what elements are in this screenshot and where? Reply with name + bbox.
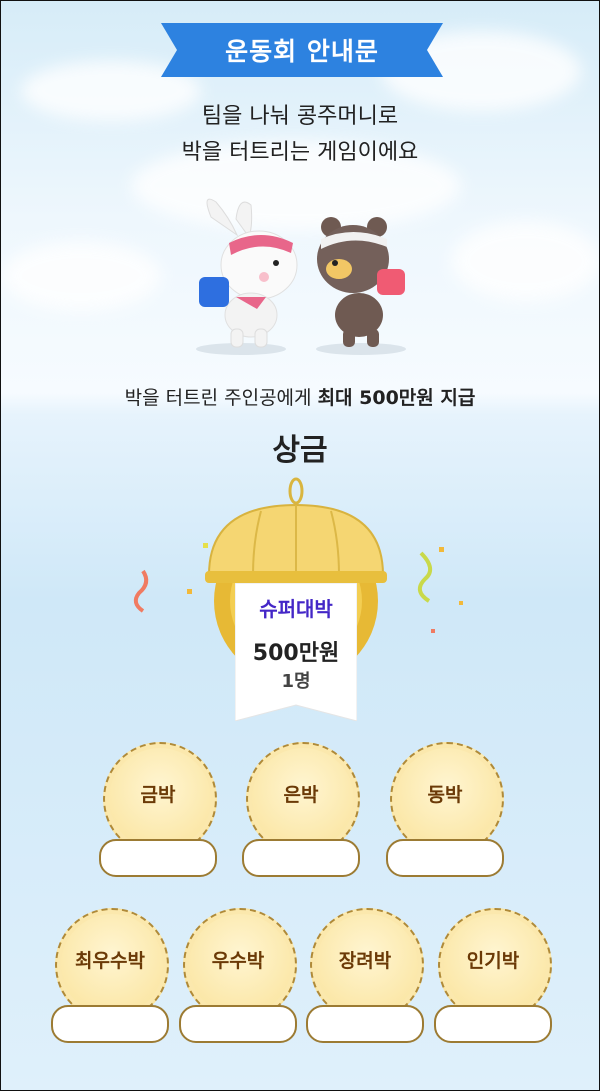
prize-medal-label: 장려박 [338, 950, 392, 972]
prize-summary-prefix: 박을 터트린 주인공에게 [124, 387, 318, 409]
prize-medal-silver: 은박 [242, 742, 360, 882]
prize-medal-label: 금박 [140, 784, 176, 806]
prize-summary-highlight: 최대 500만원 지급 [317, 387, 476, 409]
prize-medal-value-pill [179, 1005, 297, 1043]
prize-medal-gold: 금박 [99, 742, 217, 882]
prize-medal-value-pill [306, 1005, 424, 1043]
prize-medal-popular: 인기박 [434, 908, 552, 1048]
prize-summary: 박을 터트린 주인공에게 최대 500만원 지급 [1, 383, 599, 410]
intro-line-2: 박을 터트리는 게임이에요 [181, 140, 419, 165]
prize-medal-label: 인기박 [466, 950, 520, 972]
prize-medal-value-pill [434, 1005, 552, 1043]
prize-medal-value-pill [242, 839, 360, 877]
intro-line-1: 팀을 나눠 콩주머니로 [201, 104, 399, 129]
prize-medal-best: 최우수박 [51, 908, 169, 1048]
prize-medal-value-pill [51, 1005, 169, 1043]
title-banner: 운동회 안내문 [161, 23, 443, 77]
prize-medal-encouragement: 장려박 [306, 908, 424, 1048]
characters-illustration [196, 198, 406, 355]
cloud-decoration [451, 221, 599, 301]
prize-medal-label: 우수박 [211, 950, 265, 972]
prize-section-title: 상금 [272, 433, 328, 468]
super-prize-count: 1명 [281, 671, 311, 692]
intro-text: 팀을 나눠 콩주머니로 박을 터트리는 게임이에요 [1, 99, 599, 171]
prize-medal-bronze: 동박 [386, 742, 504, 882]
super-prize-name: 슈퍼대박 [259, 597, 333, 621]
super-prize-amount: 500만원 [252, 641, 340, 666]
prize-medal-label: 은박 [283, 784, 319, 806]
banner-title: 운동회 안내문 [225, 37, 379, 66]
prize-medal-label: 최우수박 [75, 950, 145, 972]
prize-medal-value-pill [386, 839, 504, 877]
event-page: 운동회 안내문 팀을 나눠 콩주머니로 박을 터트리는 게임이에요 박을 터트린… [0, 0, 600, 1091]
prize-medal-value-pill [99, 839, 217, 877]
prize-medal-excellent: 우수박 [179, 908, 297, 1048]
cloud-decoration [1, 241, 161, 311]
prize-medal-label: 동박 [427, 784, 463, 806]
super-prize-card: 슈퍼대박 500만원 1명 [235, 583, 357, 721]
